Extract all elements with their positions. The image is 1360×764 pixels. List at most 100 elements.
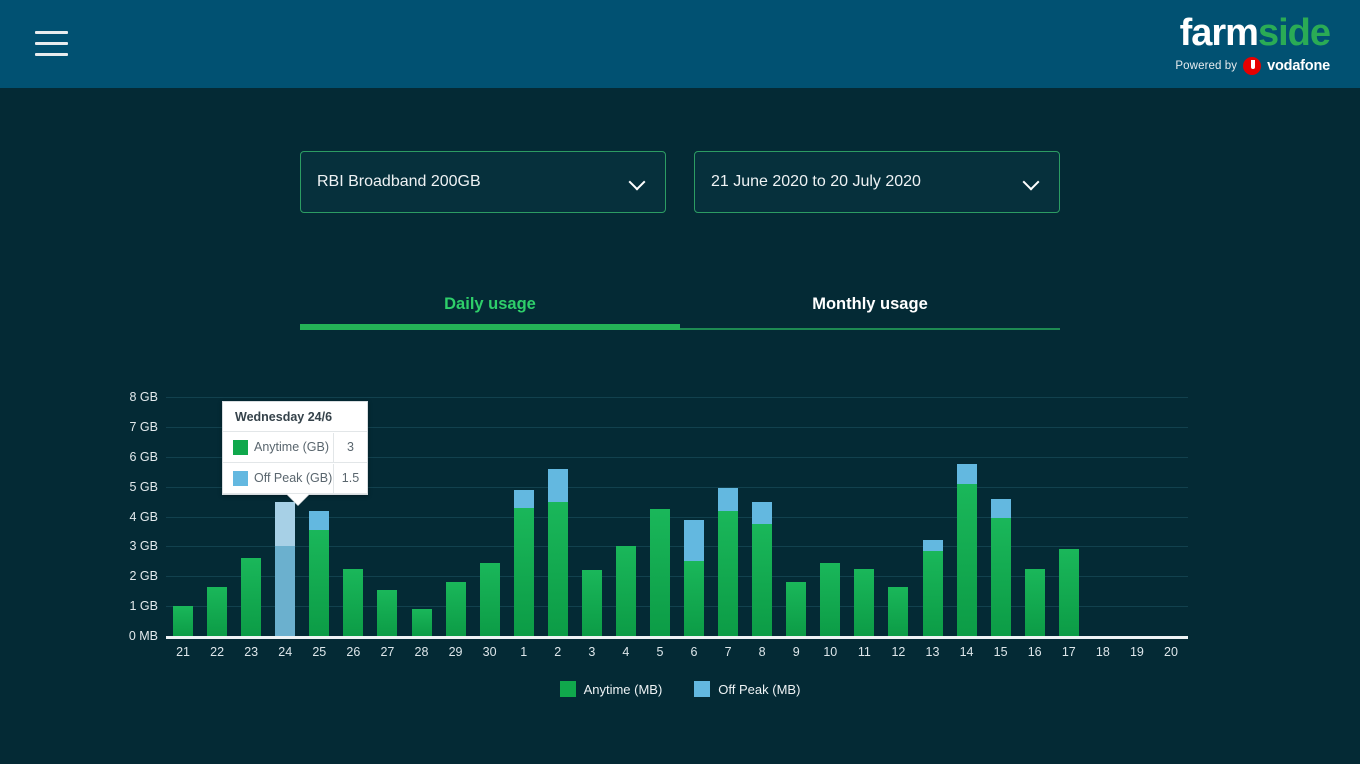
tooltip-swatch-cell <box>223 439 254 455</box>
y-axis-tick-label: 1 GB <box>129 599 159 614</box>
chart-bar[interactable] <box>854 397 875 636</box>
x-axis-tick-label: 28 <box>414 645 429 659</box>
chart-tooltip: Wednesday 24/6 Anytime (GB) 3 Off Peak (… <box>222 401 368 505</box>
bar-segment-anytime <box>922 550 943 636</box>
chart-legend: Anytime (MB) Off Peak (MB) <box>0 681 1360 697</box>
x-axis-line <box>166 636 1188 639</box>
x-axis-tick-label: 11 <box>857 645 871 659</box>
bar-segment-anytime <box>956 483 977 636</box>
bar-segment-anytime <box>173 606 194 636</box>
x-axis-tick-label: 15 <box>993 645 1008 659</box>
anytime-color-swatch <box>233 439 248 455</box>
bar-segment-anytime <box>513 507 534 636</box>
x-axis-tick-label: 24 <box>278 645 293 659</box>
chart-bar[interactable] <box>513 397 534 636</box>
chart-bar[interactable] <box>956 397 977 636</box>
chart-bar[interactable] <box>1161 397 1181 636</box>
x-axis-tick-label: 6 <box>690 645 698 659</box>
bar-segment-offpeak <box>684 519 705 562</box>
bar-segment-offpeak <box>956 464 977 484</box>
bar-segment-anytime <box>854 568 875 636</box>
chart-bar[interactable] <box>649 397 670 636</box>
x-axis-tick-label: 20 <box>1164 645 1178 659</box>
legend-anytime-label: Anytime (MB) <box>583 681 663 697</box>
x-axis-tick-label: 2 <box>554 645 562 659</box>
x-axis-tick-label: 14 <box>959 645 974 659</box>
anytime-color-swatch <box>559 681 576 697</box>
y-axis-tick-label: 3 GB <box>129 539 159 554</box>
y-axis-tick-label: 7 GB <box>129 419 159 434</box>
chart-bar[interactable] <box>990 397 1011 636</box>
chart-bar[interactable] <box>1058 397 1079 636</box>
tooltip-pointer <box>287 494 309 505</box>
legend-item-offpeak[interactable]: Off Peak (MB) <box>694 681 800 697</box>
chart-bar[interactable] <box>820 397 841 636</box>
bar-segment-anytime <box>649 509 670 636</box>
bar-segment-anytime <box>275 546 296 636</box>
bar-segment-anytime <box>207 586 228 636</box>
x-axis-tick-label: 17 <box>1061 645 1076 659</box>
x-axis-tick-label: 18 <box>1095 645 1110 659</box>
bar-segment-offpeak <box>990 498 1011 518</box>
x-axis-tick-label: 25 <box>312 645 327 659</box>
chart-bar[interactable] <box>547 397 568 636</box>
y-axis-tick-label: 6 GB <box>129 449 159 464</box>
x-axis-tick-label: 1 <box>520 645 528 659</box>
bar-segment-anytime <box>343 568 364 636</box>
chart-bar[interactable] <box>1093 397 1113 636</box>
chart-bar[interactable] <box>684 397 705 636</box>
x-axis-tick-label: 16 <box>1027 645 1042 659</box>
chart-bar[interactable] <box>377 397 398 636</box>
chart-bar[interactable] <box>411 397 432 636</box>
x-axis-tick-label: 12 <box>891 645 906 659</box>
legend-item-anytime[interactable]: Anytime (MB) <box>559 681 663 697</box>
x-axis-tick-label: 23 <box>244 645 259 659</box>
bar-segment-anytime <box>411 609 432 636</box>
chart-bar[interactable] <box>752 397 773 636</box>
tooltip-title: Wednesday 24/6 <box>223 402 367 432</box>
chart-bar[interactable] <box>718 397 739 636</box>
bar-segment-anytime <box>1024 568 1045 636</box>
x-axis-tick-label: 3 <box>588 645 596 659</box>
chart-bar[interactable] <box>479 397 500 636</box>
bar-segment-anytime <box>684 561 705 636</box>
chart-bar[interactable] <box>786 397 807 636</box>
bar-segment-offpeak <box>922 540 943 551</box>
x-axis-tick-label: 7 <box>724 645 732 659</box>
chart-bar[interactable] <box>1024 397 1045 636</box>
x-axis-tick-label: 13 <box>925 645 940 659</box>
tooltip-row-offpeak: Off Peak (GB) 1.5 <box>223 463 367 494</box>
bar-segment-anytime <box>445 582 466 636</box>
x-axis-tick-label: 8 <box>758 645 766 659</box>
chart-bar[interactable] <box>445 397 466 636</box>
bar-segment-offpeak <box>513 489 534 508</box>
chart-bar[interactable] <box>581 397 602 636</box>
y-axis-tick-label: 4 GB <box>129 509 159 524</box>
y-axis-tick-label: 2 GB <box>129 569 159 584</box>
legend-offpeak-label: Off Peak (MB) <box>718 681 801 697</box>
chart-bar[interactable] <box>922 397 943 636</box>
chart-bar[interactable] <box>1127 397 1147 636</box>
x-axis-tick-label: 30 <box>482 645 497 659</box>
bar-segment-anytime <box>752 523 773 636</box>
chart-bar[interactable] <box>173 397 194 636</box>
x-axis-tick-label: 5 <box>656 645 664 659</box>
bar-segment-offpeak <box>275 501 296 547</box>
bar-segment-anytime <box>718 510 739 636</box>
bar-segment-anytime <box>547 501 568 636</box>
tooltip-row-anytime: Anytime (GB) 3 <box>223 432 367 463</box>
bar-segment-offpeak <box>718 488 739 511</box>
bar-segment-offpeak <box>547 468 568 502</box>
x-axis-tick-label: 26 <box>346 645 361 659</box>
tooltip-offpeak-label: Off Peak (GB) <box>254 471 333 485</box>
bar-segment-anytime <box>888 586 909 636</box>
bar-segment-anytime <box>786 582 807 636</box>
x-axis-tick-label: 10 <box>823 645 838 659</box>
y-axis-tick-label: 5 GB <box>129 479 159 494</box>
x-axis-tick-label: 22 <box>210 645 225 659</box>
tooltip-offpeak-value: 1.5 <box>333 463 367 493</box>
y-axis-tick-label: 8 GB <box>129 390 159 404</box>
tooltip-anytime-label: Anytime (GB) <box>254 440 330 454</box>
chart-bar[interactable] <box>888 397 909 636</box>
chart-bar[interactable] <box>615 397 636 636</box>
